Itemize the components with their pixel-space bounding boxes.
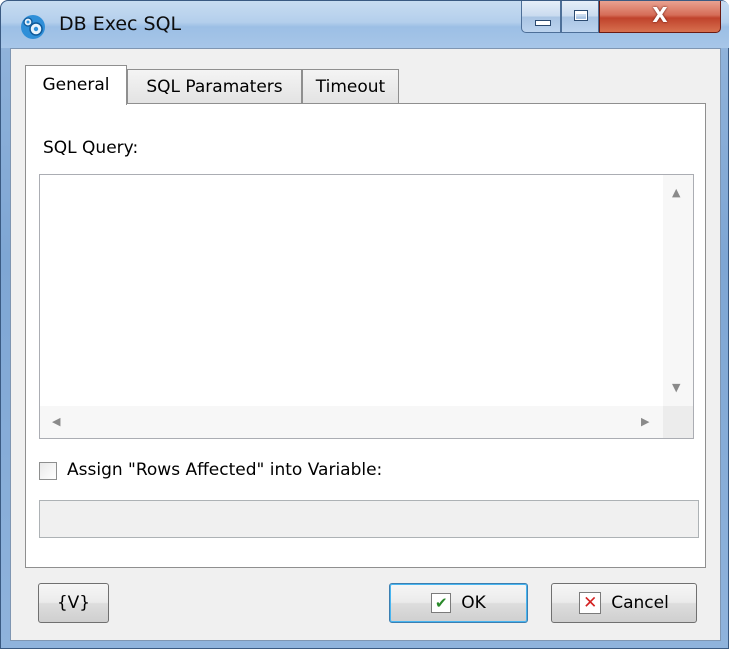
cancel-label: Cancel	[611, 593, 669, 613]
scroll-right-icon[interactable]: ▶	[641, 416, 649, 427]
tab-timeout[interactable]: Timeout	[302, 69, 399, 103]
minimize-button[interactable]	[521, 1, 561, 33]
assign-rows-affected-label[interactable]: Assign "Rows Affected" into Variable:	[67, 460, 382, 480]
ok-label: OK	[461, 593, 486, 613]
cancel-x-icon: ✕	[579, 592, 602, 614]
assign-rows-affected-checkbox[interactable]	[39, 462, 57, 480]
scroll-down-icon[interactable]: ▼	[672, 382, 680, 393]
cancel-button[interactable]: ✕ Cancel	[551, 583, 697, 623]
ok-button[interactable]: ✔ OK	[389, 583, 528, 623]
close-button[interactable]: X	[599, 1, 721, 33]
dialog-body: General SQL Paramaters Timeout SQL Query…	[10, 48, 721, 641]
sql-query-editor[interactable]: ▲ ▼ ◀ ▶	[39, 174, 694, 439]
app-gears-icon	[21, 15, 45, 39]
title-bar[interactable]: DB Exec SQL X	[1, 1, 729, 48]
close-icon: X	[652, 3, 668, 27]
maximize-button[interactable]	[561, 1, 599, 33]
vertical-scrollbar[interactable]: ▲ ▼	[663, 175, 693, 407]
insert-variable-label: {V}	[56, 593, 91, 613]
scrollbar-corner	[663, 406, 693, 438]
insert-variable-button[interactable]: {V}	[38, 583, 109, 623]
scroll-up-icon[interactable]: ▲	[672, 187, 680, 198]
scroll-left-icon[interactable]: ◀	[52, 416, 60, 427]
maximize-icon	[574, 10, 588, 21]
tab-sql-parameters[interactable]: SQL Paramaters	[127, 69, 302, 103]
sql-query-label: SQL Query:	[43, 138, 139, 158]
minimize-icon	[535, 20, 551, 26]
window-controls: X	[521, 1, 723, 34]
variable-name-field	[39, 500, 699, 538]
window-title: DB Exec SQL	[59, 13, 182, 35]
window-frame: DB Exec SQL X General SQL Paramaters Tim…	[0, 0, 729, 649]
tab-general[interactable]: General	[25, 65, 127, 105]
general-tab-panel: SQL Query: ▲ ▼ ◀ ▶ Assign "Rows Affected…	[25, 103, 706, 568]
checkmark-icon: ✔	[431, 593, 452, 613]
horizontal-scrollbar[interactable]: ◀ ▶	[40, 406, 665, 438]
